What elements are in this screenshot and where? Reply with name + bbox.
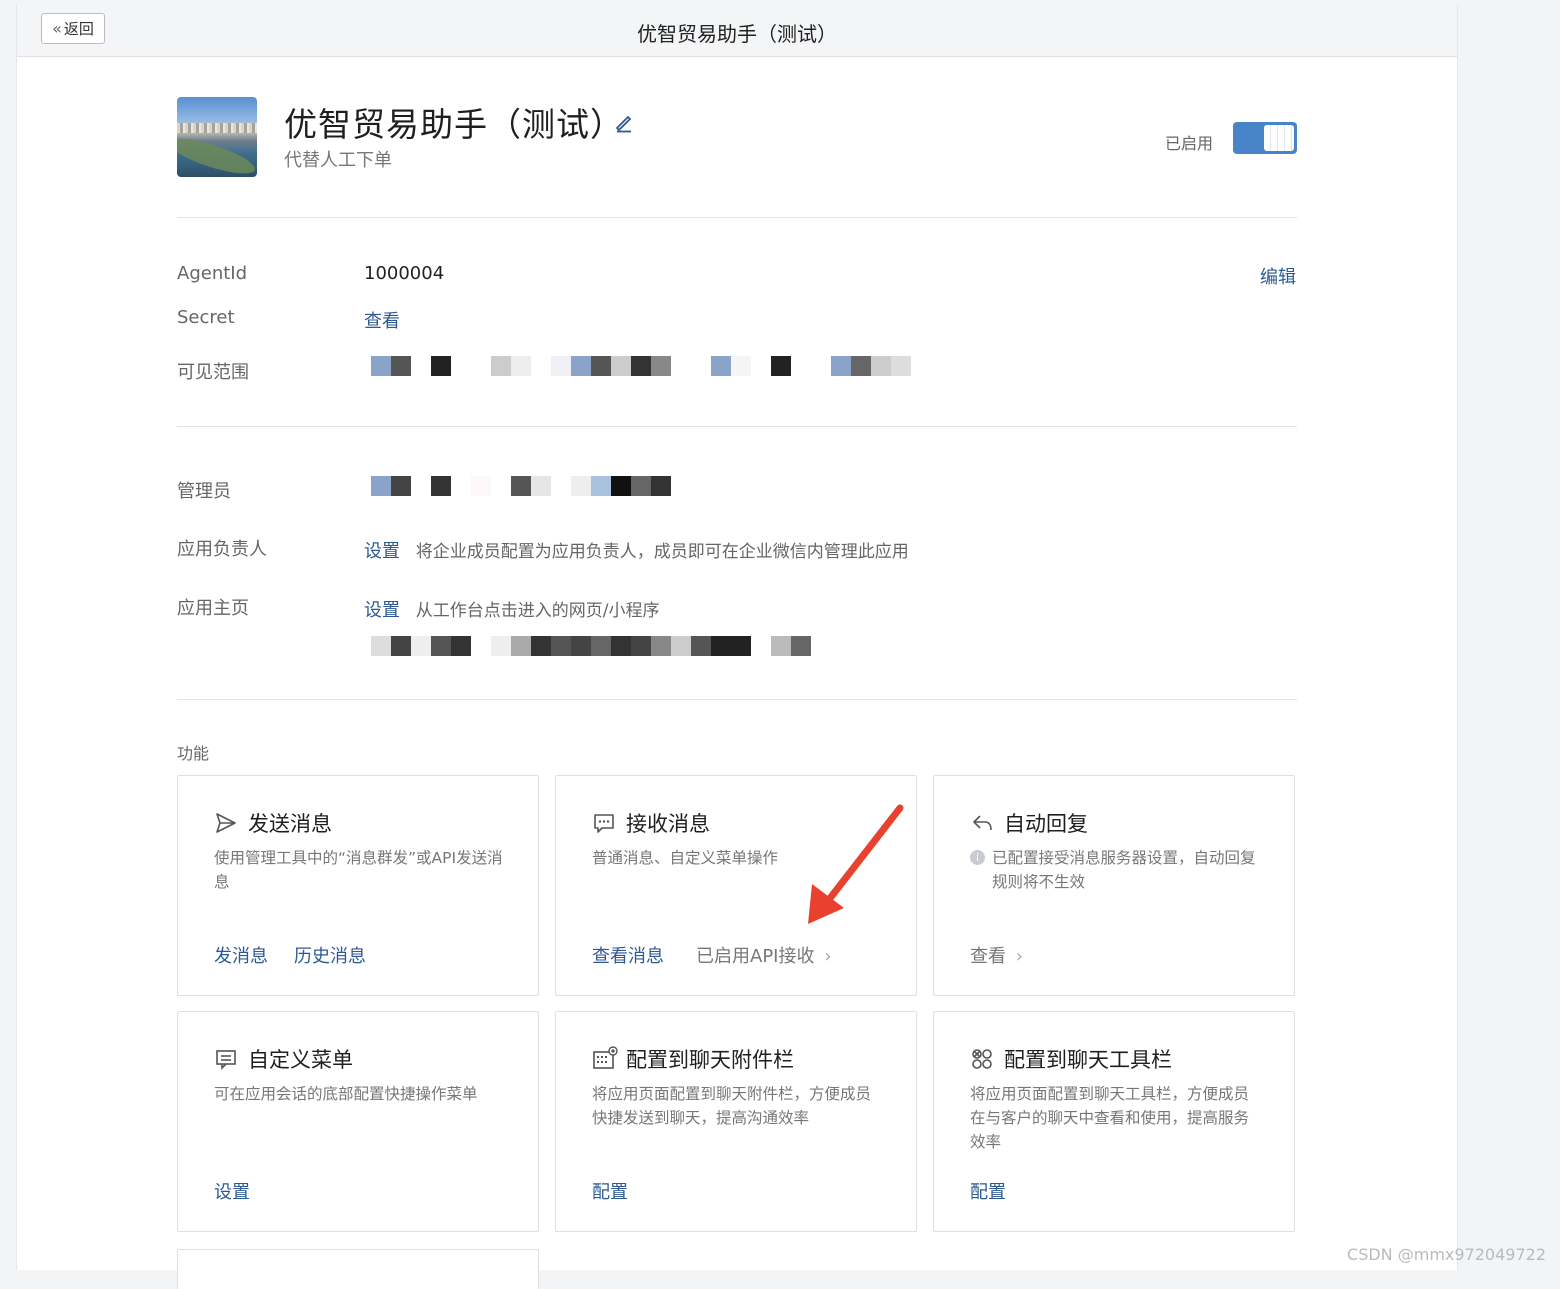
- edit-link[interactable]: 编辑: [1260, 263, 1296, 289]
- owner-hint: 将企业成员配置为应用负责人，成员即可在企业微信内管理此应用: [415, 542, 909, 562]
- homepage-set-link[interactable]: 设置: [364, 600, 400, 621]
- app-status-label: 已启用: [1165, 134, 1214, 153]
- homepage-row: 设置 从工作台点击进入的网页/小程序: [364, 596, 659, 622]
- agentid-label: AgentId: [177, 263, 248, 284]
- watermark: CSDN @mmx972049722: [1347, 1245, 1546, 1264]
- feature-card-partial: [177, 1249, 539, 1289]
- api-receive-status-label: 已启用API接收: [696, 946, 815, 967]
- feature-card-auto-reply: 自动回复 i 已配置接受消息服务器设置，自动回复规则将不生效 查看 ›: [933, 775, 1295, 996]
- admin-label: 管理员: [177, 481, 231, 502]
- card-description: 将应用页面配置到聊天工具栏，方便成员在与客户的聊天中查看和使用，提高服务效率: [970, 1085, 1250, 1151]
- card-title: 配置到聊天工具栏: [1004, 1048, 1172, 1072]
- app-logo: [177, 97, 257, 177]
- attachment-bar-configure-link[interactable]: 配置: [592, 1178, 628, 1204]
- chevron-right-icon: ›: [1015, 946, 1023, 967]
- auto-reply-view-link[interactable]: 查看 ›: [970, 942, 1023, 968]
- owner-row: 设置 将企业成员配置为应用负责人，成员即可在企业微信内管理此应用: [364, 537, 909, 563]
- card-description: 普通消息、自定义菜单操作: [592, 849, 779, 867]
- secret-label: Secret: [177, 307, 235, 328]
- reply-icon: [973, 815, 992, 831]
- app-name: 优智贸易助手（测试）: [284, 105, 624, 144]
- menu-icon: [216, 1050, 236, 1070]
- card-description: 已配置接受消息服务器设置，自动回复规则将不生效: [992, 849, 1256, 891]
- card-description: 可在应用会话的底部配置快捷操作菜单: [214, 1085, 478, 1103]
- card-title: 自定义菜单: [248, 1048, 353, 1072]
- card-title: 配置到聊天附件栏: [626, 1048, 794, 1072]
- agentid-value: 1000004: [364, 263, 445, 284]
- homepage-hint: 从工作台点击进入的网页/小程序: [415, 601, 660, 621]
- custom-menu-set-link[interactable]: 设置: [214, 1178, 250, 1204]
- card-description: 使用管理工具中的“消息群发”或API发送消息: [214, 849, 503, 891]
- view-messages-link[interactable]: 查看消息: [592, 942, 664, 968]
- card-title: 发送消息: [248, 812, 332, 836]
- feature-card-receive-message: 接收消息 普通消息、自定义菜单操作 查看消息 已启用API接收 ›: [555, 775, 917, 996]
- feature-card-send-message: 发送消息 使用管理工具中的“消息群发”或API发送消息 发消息 历史消息: [177, 775, 539, 996]
- secret-view-link[interactable]: 查看: [364, 307, 400, 333]
- edit-pencil-icon[interactable]: [613, 111, 635, 133]
- window-title: 优智贸易助手（测试）: [637, 22, 837, 46]
- card-description: 将应用页面配置到聊天附件栏，方便成员快捷发送到聊天，提高沟通效率: [592, 1085, 872, 1127]
- message-history-link[interactable]: 历史消息: [294, 942, 366, 968]
- title-bar: « 返回 优智贸易助手（测试）: [17, 4, 1457, 57]
- api-receive-status-link[interactable]: 已启用API接收 ›: [696, 942, 831, 968]
- chat-bubble-icon: [594, 814, 614, 833]
- app-description: 代替人工下单: [284, 150, 392, 171]
- send-icon: [216, 813, 236, 833]
- admin-list-redacted: [371, 476, 671, 496]
- card-title: 接收消息: [626, 812, 710, 836]
- visible-range-redacted: [371, 356, 911, 376]
- app-detail-window: « 返回 优智贸易助手（测试） 优智贸易助手（测试） 代替人工下单 已启用 Ag…: [16, 4, 1458, 1289]
- toolbar-icon: [972, 1049, 992, 1069]
- toolbar-configure-link[interactable]: 配置: [970, 1178, 1006, 1204]
- feature-card-chat-attachment-bar: 配置到聊天附件栏 将应用页面配置到聊天附件栏，方便成员快捷发送到聊天，提高沟通效…: [555, 1011, 917, 1232]
- divider: [177, 699, 1297, 700]
- toggle-knob: [1264, 125, 1294, 151]
- send-message-link[interactable]: 发消息: [214, 942, 268, 968]
- divider: [177, 426, 1297, 427]
- owner-label: 应用负责人: [177, 539, 267, 560]
- auto-reply-view-label: 查看: [970, 946, 1006, 967]
- feature-card-chat-toolbar: 配置到聊天工具栏 将应用页面配置到聊天工具栏，方便成员在与客户的聊天中查看和使用…: [933, 1011, 1295, 1232]
- app-enabled-toggle[interactable]: [1233, 122, 1297, 154]
- app-header: 优智贸易助手（测试） 代替人工下单 已启用: [177, 97, 1297, 177]
- attachment-bar-icon: [593, 1046, 618, 1069]
- homepage-label: 应用主页: [177, 598, 249, 619]
- card-title: 自动回复: [1004, 812, 1088, 836]
- info-icon: i: [970, 850, 985, 865]
- features-section-title: 功能: [177, 744, 210, 763]
- owner-set-link[interactable]: 设置: [364, 541, 400, 562]
- divider: [177, 217, 1297, 218]
- chevron-right-icon: ›: [824, 946, 832, 967]
- visible-range-label: 可见范围: [177, 362, 249, 383]
- homepage-url-redacted: [371, 636, 811, 656]
- feature-card-custom-menu: 自定义菜单 可在应用会话的底部配置快捷操作菜单 设置: [177, 1011, 539, 1232]
